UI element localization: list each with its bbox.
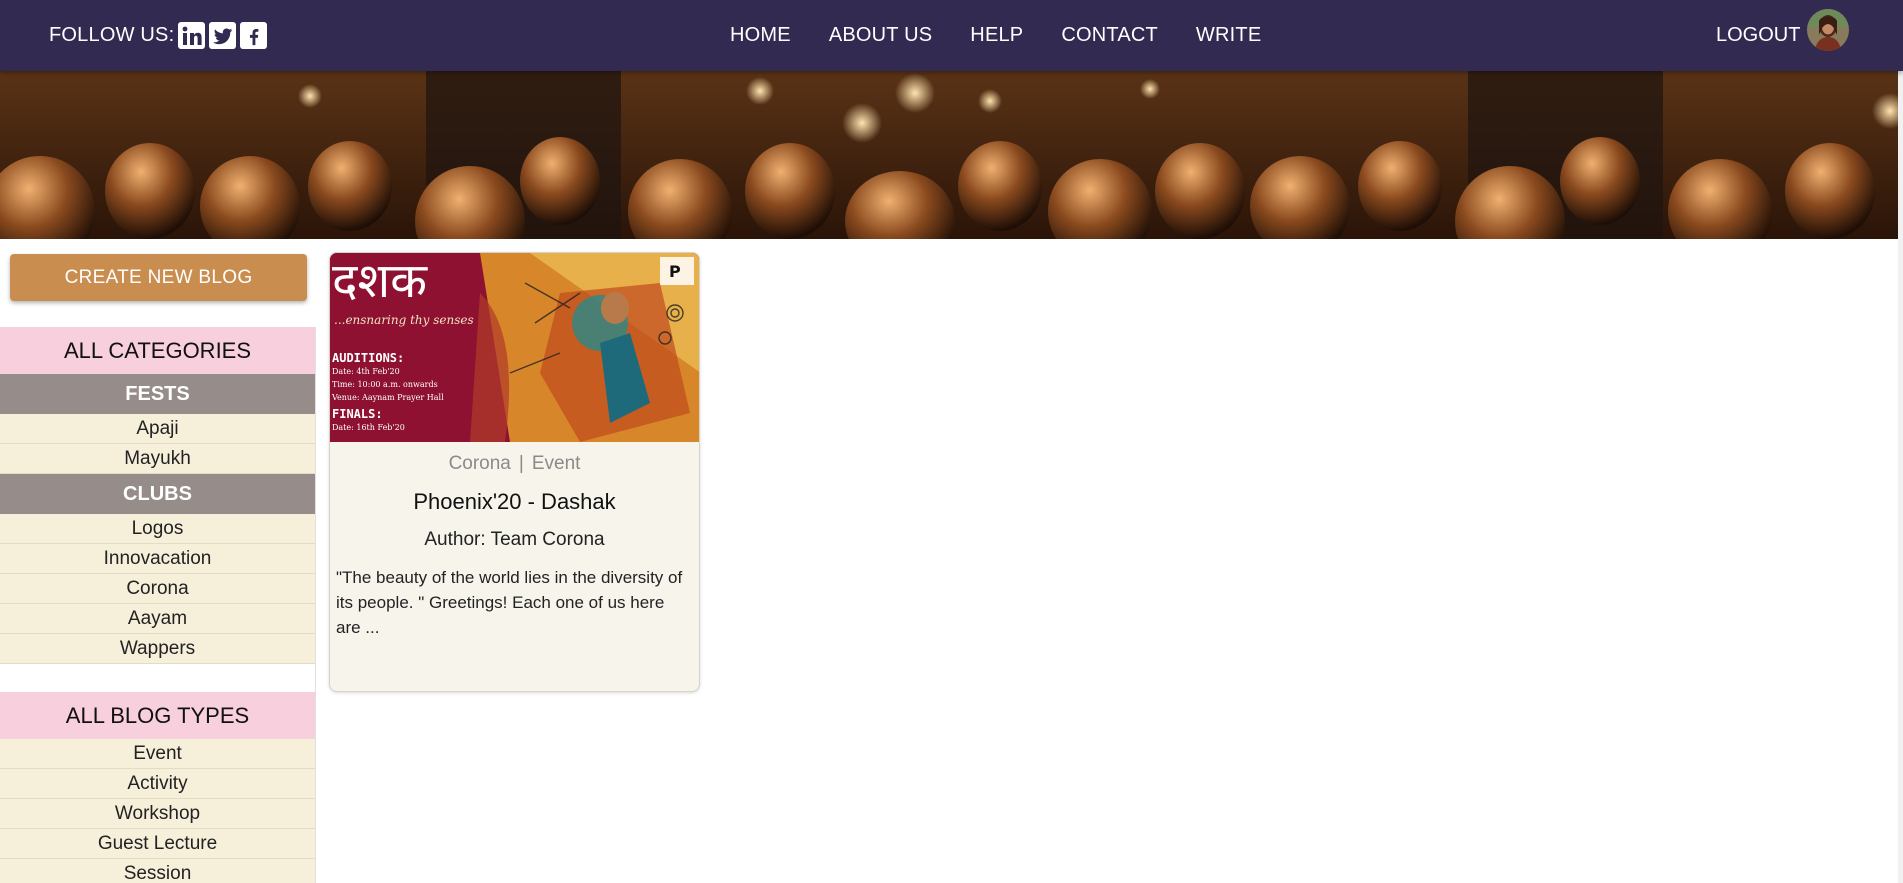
top-navbar: FOLLOW US: HOME ABOUT US HELP CONTACT WR… [0,0,1903,71]
blog-meta: Corona | Event [330,453,699,475]
poster-finals-heading: FINALS: [332,407,383,421]
poster-auditions-venue: Venue: Aaynam Prayer Hall [332,393,444,402]
sidebar-item-wappers[interactable]: Wappers [0,634,315,664]
nav-write[interactable]: WRITE [1196,24,1261,47]
facebook-icon[interactable] [240,22,268,49]
main-nav: HOME ABOUT US HELP CONTACT WRITE [730,24,1261,47]
all-blog-types-heading: ALL BLOG TYPES [0,692,315,739]
sidebar-item-session[interactable]: Session [0,859,315,883]
page-scrollbar[interactable] [1898,71,1903,883]
poster-auditions-heading: AUDITIONS: [332,351,405,365]
poster-auditions-date: Date: 4th Feb'20 [332,367,400,376]
blog-type-tag[interactable]: Event [532,453,581,474]
nav-about-us[interactable]: ABOUT US [829,24,932,47]
hero-banner [0,71,1898,239]
sidebar-item-aayam[interactable]: Aayam [0,604,315,634]
meta-separator: | [518,453,524,474]
create-new-blog-button[interactable]: CREATE NEW BLOG [10,254,307,301]
nav-contact[interactable]: CONTACT [1061,24,1158,47]
poster-title: दशक [332,253,427,309]
avatar[interactable] [1807,9,1849,51]
follow-us-label: FOLLOW US: [49,24,175,46]
category-sidebar: ALL CATEGORIES FESTS Apaji Mayukh CLUBS … [0,327,316,883]
sidebar-item-event[interactable]: Event [0,739,315,769]
blog-title[interactable]: Phoenix'20 - Dashak [330,489,699,515]
sidebar-item-workshop[interactable]: Workshop [0,799,315,829]
blog-poster-image: P दशक ...ensnaring thy senses AUDITIONS:… [330,253,699,442]
linkedin-icon[interactable] [178,22,206,49]
sidebar-item-activity[interactable]: Activity [0,769,315,799]
sidebar-item-corona[interactable]: Corona [0,574,315,604]
svg-text:P: P [669,262,681,281]
blog-club-tag[interactable]: Corona [449,453,511,474]
clubs-heading: CLUBS [0,474,315,514]
blog-card[interactable]: P दशक ...ensnaring thy senses AUDITIONS:… [329,252,700,692]
follow-us: FOLLOW US: [49,22,268,49]
blog-excerpt: "The beauty of the world lies in the div… [336,568,683,637]
blog-author: Author: Team Corona [424,529,605,550]
sidebar-item-mayukh[interactable]: Mayukh [0,444,315,474]
sidebar-item-logos[interactable]: Logos [0,514,315,544]
sidebar-spacer [0,664,315,692]
nav-help[interactable]: HELP [970,24,1023,47]
sidebar-item-guest-lecture[interactable]: Guest Lecture [0,829,315,859]
logout-button[interactable]: LOGOUT [1716,24,1800,47]
all-categories-heading: ALL CATEGORIES [0,327,315,374]
sidebar-item-innovacation[interactable]: Innovacation [0,544,315,574]
poster-finals-date: Date: 16th Feb'20 [332,423,405,432]
fests-heading: FESTS [0,374,315,414]
nav-home[interactable]: HOME [730,24,791,47]
sidebar-item-apaji[interactable]: Apaji [0,414,315,444]
twitter-icon[interactable] [209,22,237,49]
poster-tagline: ...ensnaring thy senses [334,313,474,327]
poster-auditions-time: Time: 10:00 a.m. onwards [332,380,438,389]
